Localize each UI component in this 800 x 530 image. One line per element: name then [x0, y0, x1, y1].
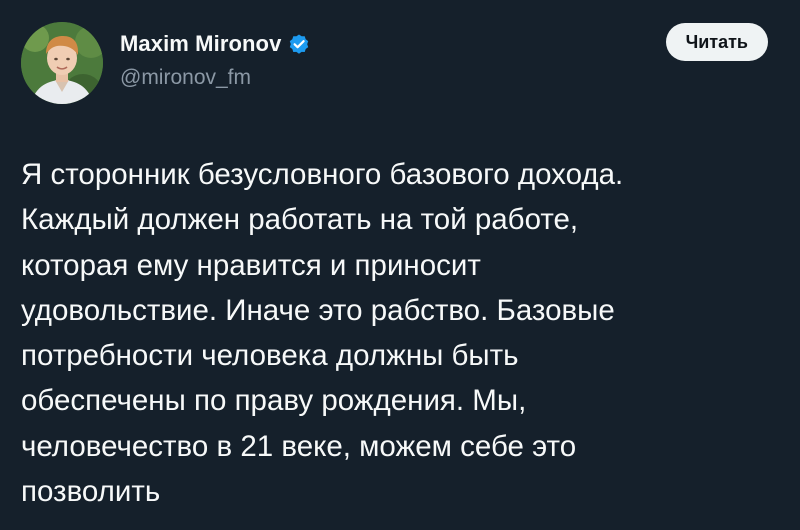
- tweet-header: Maxim Mironov @mironov_fm Читать: [21, 22, 768, 104]
- avatar-photo-icon: [21, 22, 103, 104]
- author-name-row: Maxim Mironov: [120, 29, 311, 59]
- avatar[interactable]: [21, 22, 103, 104]
- tweet-text-line: которая ему нравится и приносит: [21, 248, 481, 282]
- tweet-text-line: позволить: [21, 475, 161, 509]
- tweet-text: Я сторонник безусловного базового дохода…: [21, 152, 766, 514]
- tweet-text-line: Каждый должен работать на той работе,: [21, 203, 579, 237]
- tweet-card: Maxim Mironov @mironov_fm Читать Я сторо…: [0, 0, 800, 530]
- verified-badge-icon[interactable]: [287, 32, 311, 56]
- author-display-name[interactable]: Maxim Mironov: [120, 31, 281, 57]
- follow-button[interactable]: Читать: [665, 23, 768, 61]
- tweet-text-line: Я сторонник безусловного базового дохода…: [21, 158, 624, 191]
- tweet-text-line: удовольствие. Иначе это рабство. Базовые: [21, 293, 615, 327]
- tweet-text-line: человечество в 21 веке, можем себе это: [21, 429, 577, 463]
- author-handle[interactable]: @mironov_fm: [120, 66, 251, 90]
- tweet-text-line: обеспечены по праву рождения. Мы,: [21, 384, 527, 418]
- tweet-text-line: потребности человека должны быть: [21, 339, 519, 373]
